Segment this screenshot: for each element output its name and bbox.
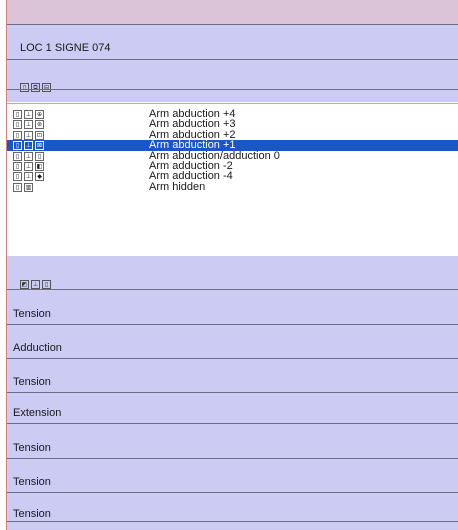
list-item[interactable]: ▯ ▥ Arm hidden (7, 180, 458, 193)
list-item[interactable]: ▯ ⊥ ◆ Arm adduction -4 (7, 170, 458, 182)
frame-icon: ▯ (13, 141, 22, 151)
hidden-icon: ▥ (24, 182, 33, 192)
row-label[interactable]: Extension (13, 407, 61, 420)
top-strip (6, 0, 458, 24)
arm-icon[interactable]: ⊥ (31, 280, 40, 289)
toolbar-top-row: ▯ ⧉ ⊟ (7, 60, 458, 102)
row-label[interactable]: Adduction (13, 342, 62, 355)
divider (7, 492, 458, 493)
app-window: LOC 1 SIGNE 074 ▯ ⧉ ⊟ ▯ ⊥ ⊕ Arm abduction +… (0, 0, 458, 530)
arm-position-list[interactable]: ▯ ⊥ ⊕ Arm abduction +4 ▯ ⊥ ⊛ Arm abduction +3 ▯ ⊥… (7, 103, 458, 257)
row-label[interactable]: Tension (13, 376, 51, 389)
hand-icon[interactable]: ⊟ (42, 83, 51, 92)
divider (7, 358, 458, 359)
arm-icon: ⊥ (24, 130, 33, 140)
box-icon[interactable]: ▯ (42, 280, 51, 289)
hand-shape-icon: ⊡ (35, 130, 44, 140)
list-item-icons: ▯ ⊥ ⊛ (13, 120, 44, 130)
divider (7, 521, 458, 522)
hand-shape-icon: ⊠ (35, 141, 44, 151)
list-item-label: Arm hidden (149, 180, 206, 193)
toolbar-top-icons: ▯ ⧉ ⊟ (20, 83, 51, 92)
title-row[interactable]: LOC 1 SIGNE 074 (7, 25, 458, 59)
margin-line (6, 0, 7, 530)
hand-shape-icon: ⊛ (35, 120, 44, 130)
divider (7, 89, 458, 90)
frame-icon[interactable]: ▯ (20, 83, 29, 92)
divider (7, 423, 458, 424)
list-item-icons: ▯ ⊥ ▯ (13, 151, 44, 161)
row-label[interactable]: Tension (13, 508, 51, 521)
list-item-icons: ▯ ⊥ ⊕ (13, 110, 44, 119)
frame-icon: ▯ (13, 182, 22, 192)
arm-icon: ⊥ (24, 120, 33, 130)
row-label[interactable]: Tension (13, 442, 51, 455)
hand-shape-icon: ⊕ (35, 110, 44, 119)
hand-shape-icon[interactable]: ◩ (20, 280, 29, 289)
arm-icon: ⊥ (24, 141, 33, 151)
list-item-icons: ▯ ⊥ ◧ (13, 162, 44, 171)
frame-icon: ▯ (13, 172, 22, 182)
row-label[interactable]: Tension (13, 308, 51, 321)
toolbar-mid-icons: ◩ ⊥ ▯ (20, 280, 51, 289)
hand-shape-icon: ◆ (35, 172, 44, 182)
divider (7, 324, 458, 325)
frame-icon: ▯ (13, 162, 22, 171)
arm-icon: ⊥ (24, 110, 33, 119)
arm-icon: ⊥ (24, 172, 33, 182)
row-label[interactable]: Tension (13, 476, 51, 489)
hand-shape-icon: ◧ (35, 162, 44, 171)
frame-icon: ▯ (13, 120, 22, 130)
frame-icon: ▯ (13, 130, 22, 140)
frame-icon: ▯ (13, 110, 22, 119)
list-item-icons: ▯ ⊥ ◆ (13, 172, 44, 182)
divider (7, 458, 458, 459)
frame-icon: ▯ (13, 151, 22, 161)
list-item-icons: ▯ ⊥ ⊡ (13, 130, 44, 140)
arm-icon: ⊥ (24, 162, 33, 171)
list-item-icons: ▯ ▥ (13, 182, 33, 192)
attribute-rows (7, 290, 458, 530)
page-title: LOC 1 SIGNE 074 (20, 42, 111, 54)
divider (7, 392, 458, 393)
hand-shape-icon: ▯ (35, 151, 44, 161)
copy-icon[interactable]: ⧉ (31, 83, 40, 92)
list-item-icons: ▯ ⊥ ⊠ (13, 141, 44, 151)
arm-icon: ⊥ (24, 151, 33, 161)
